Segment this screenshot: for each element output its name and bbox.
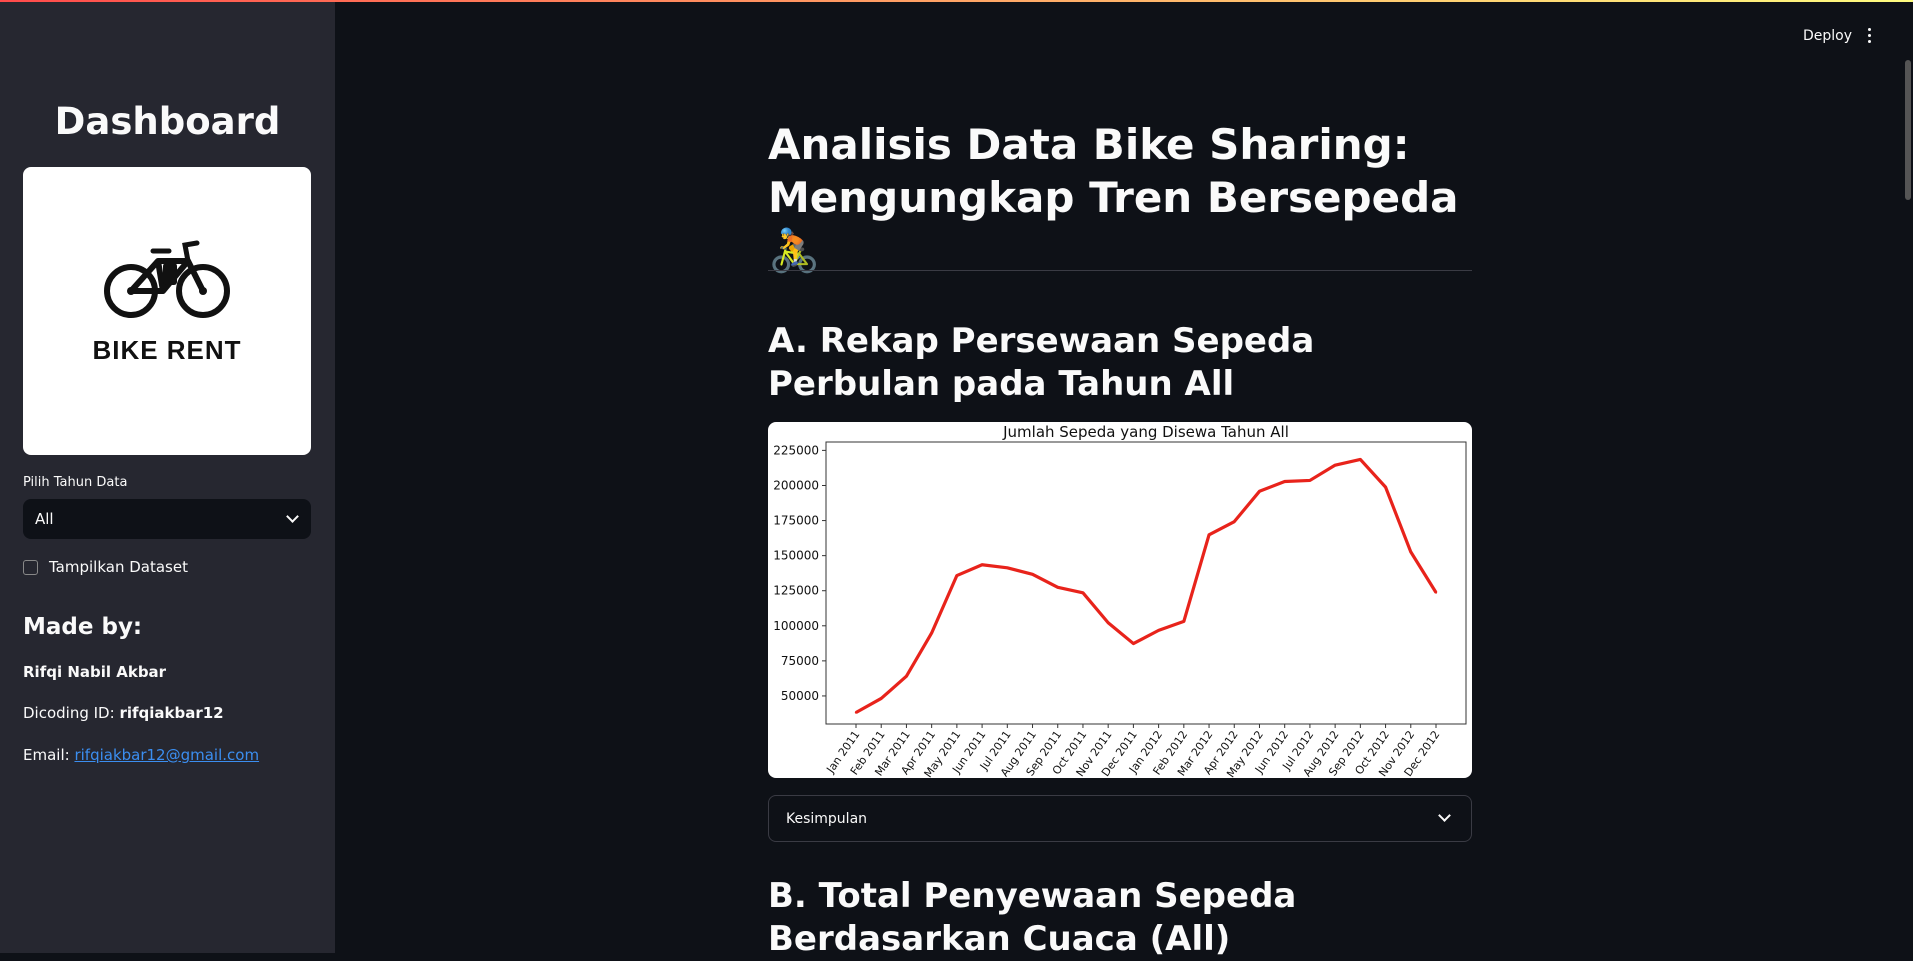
data-point <box>1283 480 1286 483</box>
email-link[interactable]: rifqiakbar12@gmail.com <box>74 746 259 764</box>
data-point <box>955 574 959 577</box>
dicoding-info: Dicoding ID: rifqiakbar12 <box>23 704 224 722</box>
data-point <box>1308 479 1312 482</box>
y-tick-label: 225000 <box>773 443 819 457</box>
data-point <box>1207 533 1211 536</box>
data-point <box>1434 591 1438 594</box>
page-title: Analisis Data Bike Sharing: Mengungkap T… <box>768 118 1488 277</box>
conclusion-expander[interactable]: Kesimpulan <box>768 795 1472 842</box>
chevron-down-icon <box>1438 809 1451 822</box>
show-dataset-checkbox[interactable] <box>23 560 38 575</box>
made-by-heading: Made by: <box>23 614 143 640</box>
dicoding-label: Dicoding ID: <box>23 704 120 722</box>
y-tick-label: 75000 <box>781 654 819 668</box>
year-select[interactable]: All <box>23 499 311 539</box>
y-tick-label: 100000 <box>773 619 819 633</box>
data-point <box>1106 621 1110 624</box>
data-point <box>1031 573 1034 576</box>
author-name: Rifqi Nabil Akbar <box>23 663 167 681</box>
chart-svg: Jumlah Sepeda yang Disewa Tahun All 50000… <box>773 423 1467 778</box>
plot-frame <box>825 441 1467 725</box>
data-point <box>1258 490 1261 493</box>
y-tick-label: 125000 <box>773 584 819 598</box>
expander-label: Kesimpulan <box>786 811 868 827</box>
data-point <box>1157 629 1160 632</box>
y-tick-label: 200000 <box>773 478 819 492</box>
data-point <box>1359 458 1362 461</box>
more-menu-icon[interactable] <box>1868 28 1872 44</box>
bicycle-icon <box>104 240 230 318</box>
data-point <box>1384 485 1387 489</box>
y-tick-label: 175000 <box>773 514 819 528</box>
y-tick-label: 150000 <box>773 549 819 563</box>
show-dataset-label[interactable]: Tampilkan Dataset <box>49 558 188 576</box>
data-point <box>1182 620 1186 623</box>
data-point <box>880 697 883 700</box>
data-point <box>1132 642 1135 645</box>
data-point <box>1333 463 1337 467</box>
scrollbar[interactable] <box>1905 60 1911 200</box>
section-a-heading: A. Rekap Persewaan Sepeda Perbulan pada … <box>768 321 1315 404</box>
dicoding-id: rifqiakbar12 <box>119 704 224 722</box>
logo-text: BIKE RENT <box>92 335 242 365</box>
monthly-rentals-chart: Jumlah Sepeda yang Disewa Tahun All 50000… <box>768 422 1472 778</box>
data-point <box>854 711 858 714</box>
deploy-button[interactable]: Deploy <box>1803 28 1852 44</box>
series-line <box>855 457 1438 714</box>
sidebar: Dashboard BIKE RENT Pilih Tahun Data All… <box>0 2 335 953</box>
y-tick-label: 50000 <box>781 689 819 703</box>
data-point <box>980 563 984 566</box>
email-info: Email: rifqiakbar12@gmail.com <box>23 746 259 764</box>
divider <box>768 270 1472 271</box>
data-point <box>1006 566 1009 569</box>
page-title-line2: Mengungkap Tren Bersepeda 🚴 <box>768 173 1459 275</box>
data-point <box>905 675 908 678</box>
page-title-line1: Analisis Data Bike Sharing: <box>768 120 1410 169</box>
year-select-value: All <box>35 510 54 528</box>
data-point <box>930 631 933 635</box>
data-point <box>1056 586 1059 589</box>
section-b-heading: B. Total Penyewaan Sepeda Berdasarkan Cu… <box>768 876 1297 959</box>
data-point <box>1409 550 1412 554</box>
chart-title: Jumlah Sepeda yang Disewa Tahun All <box>1002 423 1289 441</box>
email-label: Email: <box>23 746 75 764</box>
data-point <box>1233 520 1236 523</box>
chevron-down-icon <box>286 510 299 523</box>
sidebar-title: Dashboard <box>54 100 281 143</box>
data-point <box>1081 591 1085 595</box>
bike-rent-logo: BIKE RENT <box>23 167 311 455</box>
year-select-label: Pilih Tahun Data <box>23 475 128 490</box>
